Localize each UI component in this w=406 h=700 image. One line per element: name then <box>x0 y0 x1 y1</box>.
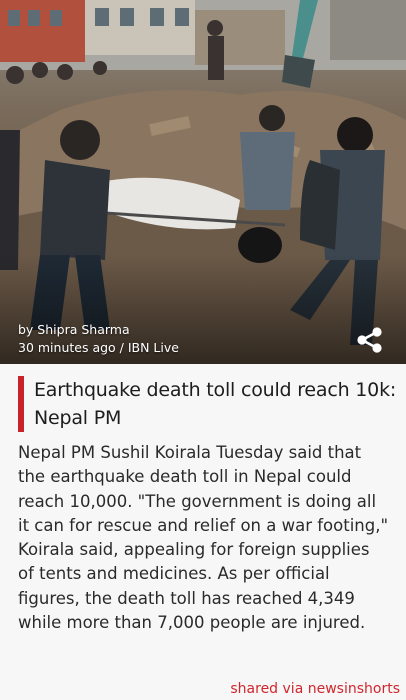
headline-block: Earthquake death toll could reach 10k: N… <box>18 376 404 432</box>
byline: by Shipra Sharma 30 minutes ago / IBN Li… <box>18 321 179 357</box>
shared-via-link[interactable]: shared via newsinshorts <box>230 681 400 697</box>
article-photo <box>0 0 406 364</box>
article-body: Nepal PM Sushil Koirala Tuesday said tha… <box>18 443 389 633</box>
share-button[interactable] <box>355 326 385 354</box>
headline: Earthquake death toll could reach 10k: N… <box>34 379 397 429</box>
author-name: by Shipra Sharma <box>18 322 130 337</box>
publish-meta: 30 minutes ago / IBN Live <box>18 340 179 355</box>
share-icon <box>357 327 382 353</box>
